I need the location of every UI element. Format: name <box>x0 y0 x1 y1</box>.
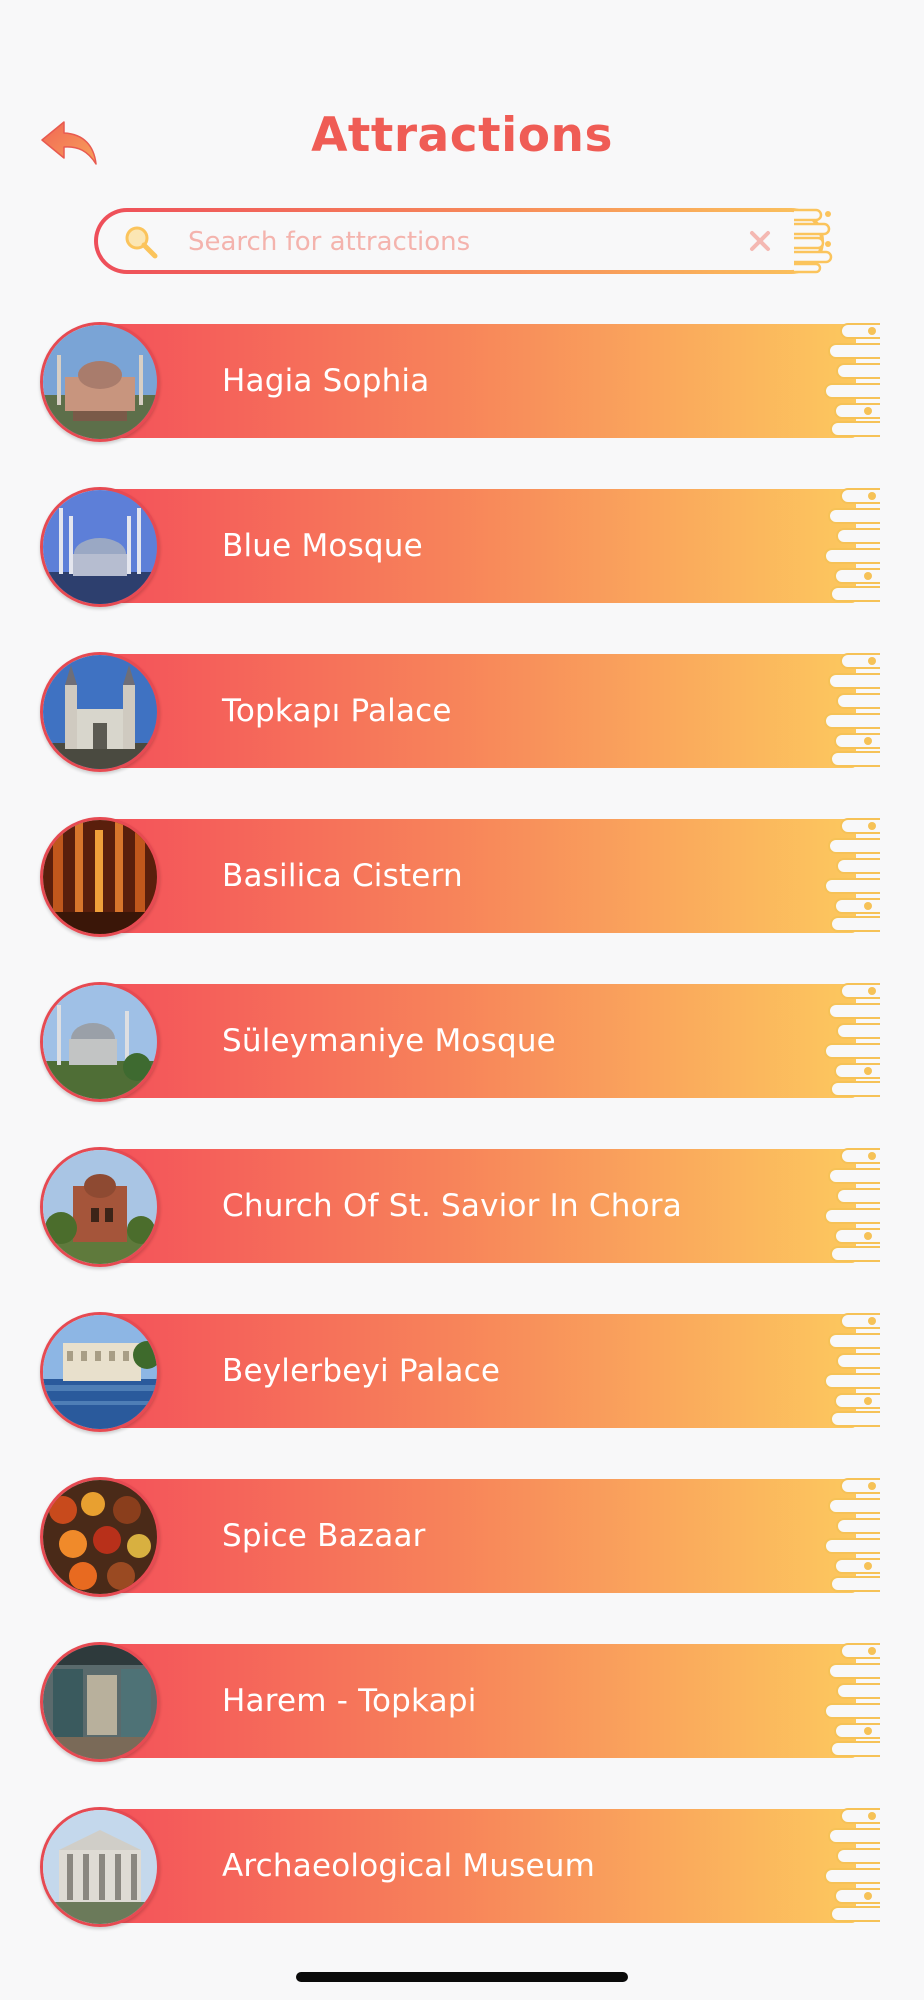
blue-mosque-photo <box>43 490 157 604</box>
basilica-cistern-photo <box>43 820 157 934</box>
search-input[interactable] <box>186 212 690 272</box>
beylerbeyi-palace-photo <box>43 1315 157 1429</box>
search-drip-decoration <box>794 208 833 274</box>
chora-church-photo <box>43 1150 157 1264</box>
attraction-label: Church Of St. Savior In Chora <box>222 1188 682 1224</box>
attraction-thumbnail <box>40 652 160 772</box>
attraction-bar <box>108 654 856 768</box>
attraction-thumbnail <box>40 1147 160 1267</box>
search-bar <box>94 208 833 274</box>
attraction-label: Harem - Topkapi <box>222 1683 477 1719</box>
attraction-item-basilica-cistern[interactable]: Basilica Cistern <box>40 817 880 937</box>
topkapi-palace-photo <box>43 655 157 769</box>
attraction-bar <box>108 324 856 438</box>
page-title: Attractions <box>311 108 613 163</box>
search-field[interactable] <box>94 208 824 274</box>
spice-bazaar-photo <box>43 1480 157 1594</box>
attraction-item-chora-church[interactable]: Church Of St. Savior In Chora <box>40 1147 880 1267</box>
attraction-item-beylerbeyi-palace[interactable]: Beylerbeyi Palace <box>40 1312 880 1432</box>
attraction-thumbnail <box>40 1807 160 1927</box>
attraction-item-blue-mosque[interactable]: Blue Mosque <box>40 487 880 607</box>
attraction-item-harem-topkapi[interactable]: Harem - Topkapi <box>40 1642 880 1762</box>
drip-decoration <box>824 818 880 932</box>
attraction-thumbnail <box>40 817 160 937</box>
suleymaniye-mosque-photo <box>43 985 157 1099</box>
hagia-sophia-photo <box>43 325 157 439</box>
attraction-label: Blue Mosque <box>222 528 423 564</box>
search-icon <box>125 226 158 259</box>
drip-decoration <box>824 983 880 1097</box>
search-field-inner <box>98 212 820 272</box>
close-icon[interactable] <box>748 229 772 253</box>
home-indicator[interactable] <box>296 1972 628 1982</box>
drip-decoration <box>824 1808 880 1922</box>
attraction-label: Topkapı Palace <box>222 693 452 729</box>
attraction-item-hagia-sophia[interactable]: Hagia Sophia <box>40 322 880 442</box>
attraction-label: Basilica Cistern <box>222 858 463 894</box>
attraction-item-spice-bazaar[interactable]: Spice Bazaar <box>40 1477 880 1597</box>
attraction-thumbnail <box>40 322 160 442</box>
drip-decoration <box>824 653 880 767</box>
attraction-label: Spice Bazaar <box>222 1518 426 1554</box>
attraction-label: Süleymaniye Mosque <box>222 1023 556 1059</box>
drip-decoration <box>824 323 880 437</box>
attraction-item-archaeological-museum[interactable]: Archaeological Museum <box>40 1807 880 1927</box>
archaeological-museum-photo <box>43 1810 157 1924</box>
drip-decoration <box>824 1643 880 1757</box>
attraction-item-topkapi-palace[interactable]: Topkapı Palace <box>40 652 880 772</box>
attraction-thumbnail <box>40 1312 160 1432</box>
attraction-thumbnail <box>40 1642 160 1762</box>
attraction-label: Hagia Sophia <box>222 363 430 399</box>
attraction-thumbnail <box>40 487 160 607</box>
drip-decoration <box>824 488 880 602</box>
attraction-bar <box>108 819 856 933</box>
drip-decoration <box>824 1313 880 1427</box>
attraction-thumbnail <box>40 1477 160 1597</box>
harem-topkapi-photo <box>43 1645 157 1759</box>
attraction-bar <box>108 1644 856 1758</box>
attraction-label: Beylerbeyi Palace <box>222 1353 501 1389</box>
attraction-thumbnail <box>40 982 160 1102</box>
drip-decoration <box>824 1148 880 1262</box>
attraction-bar <box>108 1479 856 1593</box>
attraction-bar <box>108 489 856 603</box>
attraction-item-suleymaniye-mosque[interactable]: Süleymaniye Mosque <box>40 982 880 1102</box>
drip-decoration <box>824 1478 880 1592</box>
attraction-label: Archaeological Museum <box>222 1848 596 1884</box>
